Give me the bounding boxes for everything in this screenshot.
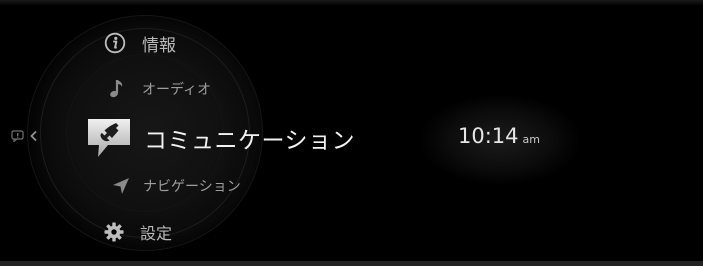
clock-ampm: am [522,133,540,146]
menu-item-label: 設定 [140,224,173,243]
notification-icon [11,130,25,142]
menu-item-label: ナビゲーション [143,179,241,195]
phone-icon [86,117,132,159]
navigation-arrow-icon [112,177,130,195]
menu-item-info[interactable]: 情報 [104,28,176,58]
info-icon [104,32,126,54]
menu-item-label: オーディオ [142,82,212,98]
music-note-icon [108,78,126,100]
top-edge [0,0,703,6]
clock-time: 10:14 [458,124,519,148]
chevron-left-icon [29,130,39,142]
home-screen: 情報 オーディオ コミュニケーション ナビゲーション 設定 10:14 am [0,0,703,266]
side-indicator[interactable] [11,129,41,143]
menu-item-settings[interactable]: 設定 [104,218,172,246]
menu-item-label: 情報 [142,35,176,56]
gear-icon [104,222,124,242]
menu-item-navigation[interactable]: ナビゲーション [112,173,241,199]
bottom-edge [0,261,703,266]
menu-item-communication[interactable]: コミュニケーション [86,115,355,161]
menu-item-audio[interactable]: オーディオ [108,74,211,104]
clock: 10:14 am [458,124,540,156]
menu-item-label: コミュニケーション [144,128,356,154]
